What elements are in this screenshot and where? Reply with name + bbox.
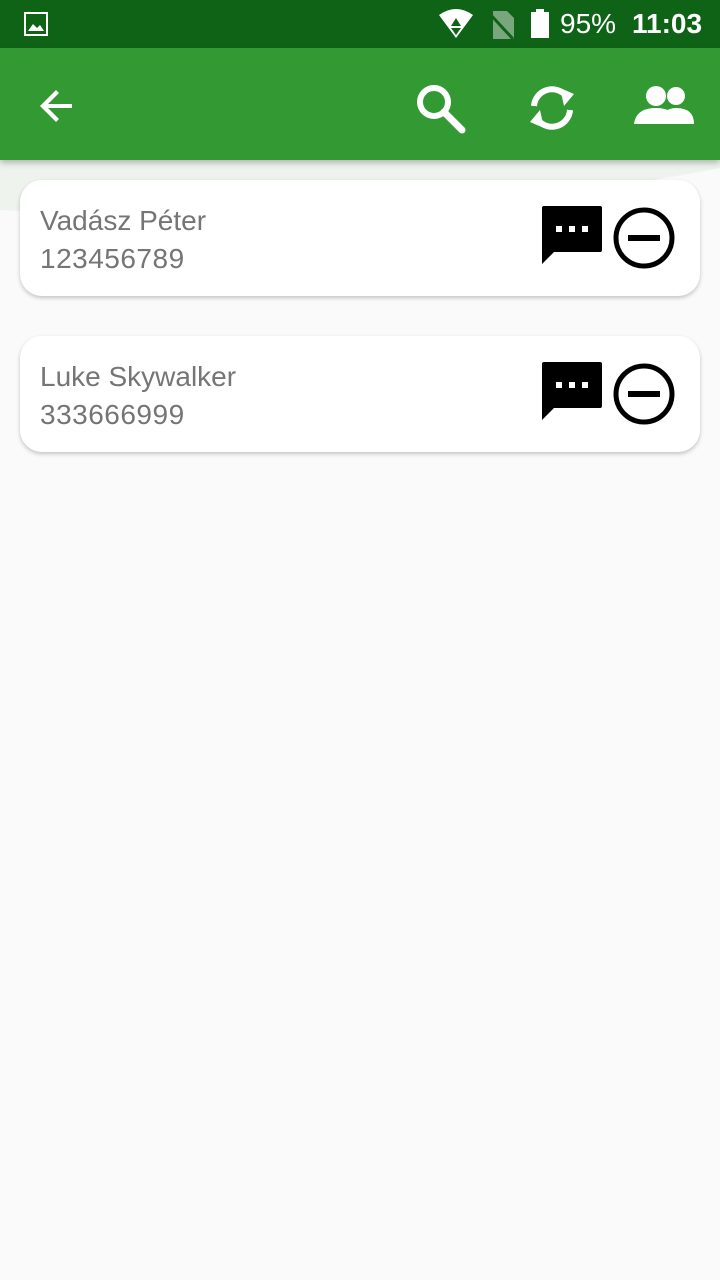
wifi-icon [439, 9, 473, 38]
status-bar: 95% 11:03 [0, 0, 720, 48]
app-bar [0, 48, 720, 160]
battery-icon [531, 9, 549, 38]
contact-card[interactable]: Vadász Péter 123456789 [20, 180, 700, 296]
gallery-icon [24, 12, 48, 36]
contact-card[interactable]: Luke Skywalker 333666999 [20, 336, 700, 452]
contact-phone: 123456789 [40, 243, 185, 274]
contact-name: Vadász Péter [40, 205, 207, 236]
search-icon[interactable] [412, 80, 468, 136]
back-arrow-icon[interactable] [32, 82, 80, 130]
sync-icon[interactable] [520, 80, 584, 136]
battery-percent: 95% [560, 8, 617, 39]
no-sim-icon [487, 11, 515, 40]
contact-name: Luke Skywalker [40, 361, 237, 392]
remove-contact-icon[interactable] [612, 362, 676, 426]
message-icon[interactable] [540, 204, 604, 268]
contacts-icon[interactable] [632, 80, 696, 136]
message-icon[interactable] [540, 360, 604, 424]
contact-phone: 333666999 [40, 399, 185, 430]
clock: 11:03 [632, 8, 703, 39]
remove-contact-icon[interactable] [612, 206, 676, 270]
